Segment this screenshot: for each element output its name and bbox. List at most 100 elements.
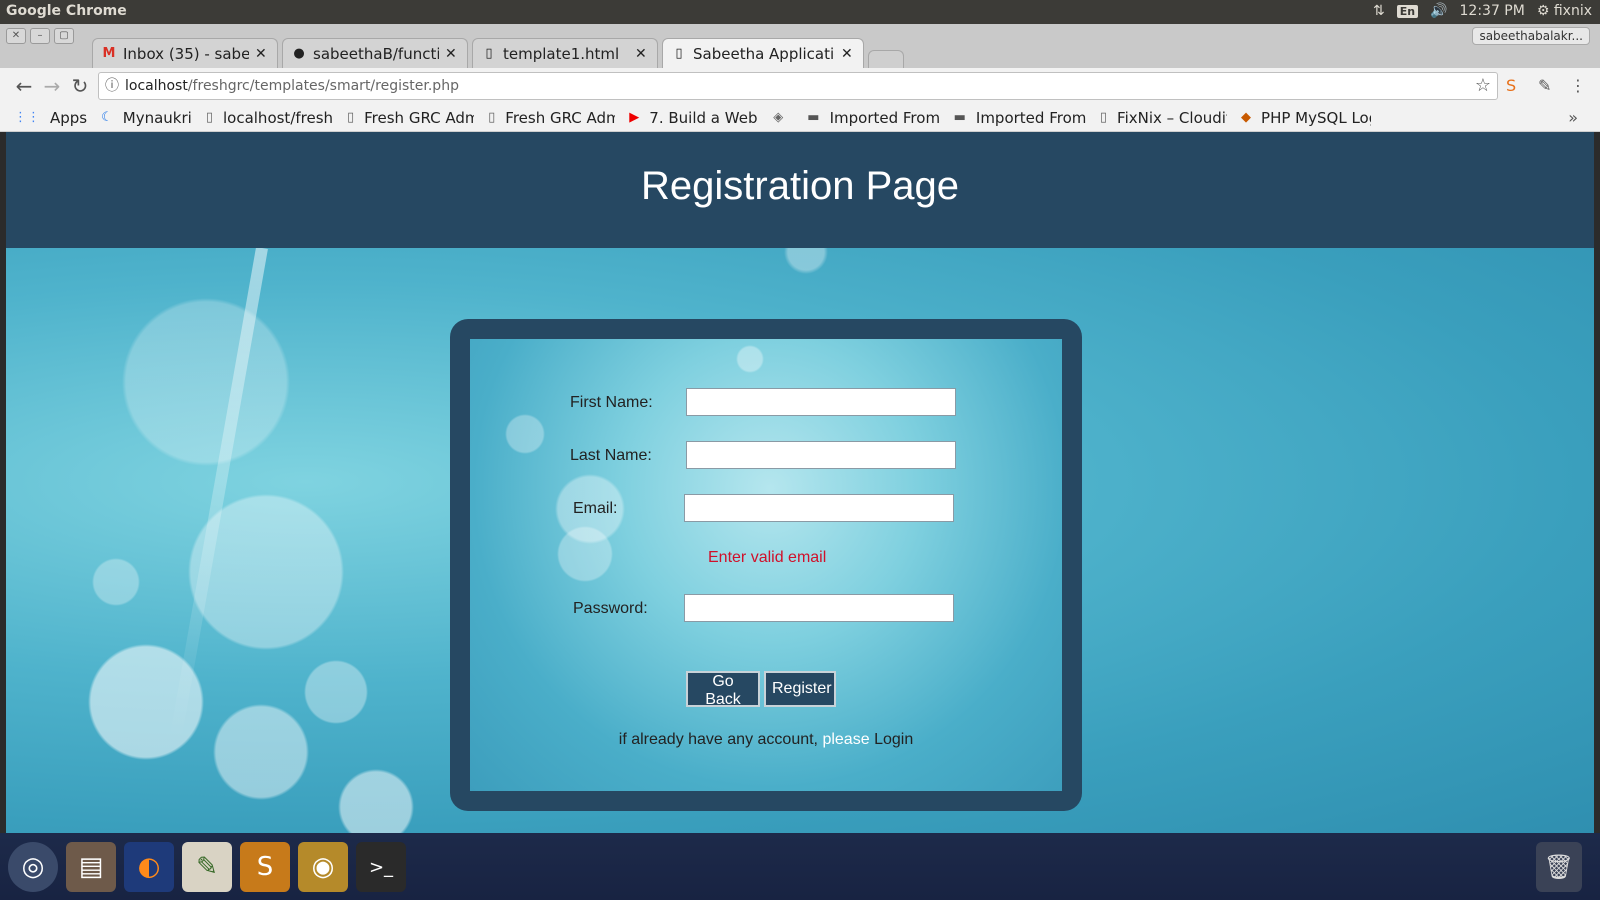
bookmark-fixnix[interactable]: ▯ FixNix – Cloudif <box>1100 109 1227 127</box>
page-icon: ▯ <box>1099 110 1108 125</box>
maximize-window-button[interactable]: ▢ <box>54 28 74 44</box>
url-path: /freshgrc/templates/smart/register.php <box>187 78 459 94</box>
bookmark-fresh-grc-admin-1[interactable]: ▯ Fresh GRC Admi <box>347 109 474 127</box>
bookmark-label: localhost/freshg <box>222 108 333 127</box>
info-icon[interactable]: ⓘ <box>105 73 119 99</box>
email-field[interactable] <box>684 494 954 522</box>
last-name-label: Last Name: <box>570 447 652 464</box>
page-icon: ▯ <box>346 110 355 125</box>
bookmark-label: Fresh GRC Admi <box>364 108 475 127</box>
volume-icon[interactable]: 🔊 <box>1430 3 1447 19</box>
register-button[interactable]: Register <box>764 671 836 707</box>
gmail-icon: M <box>102 46 116 61</box>
registration-form-card: First Name: Last Name: Email: Enter vali… <box>450 319 1082 811</box>
files-icon[interactable]: ▤ <box>66 842 116 892</box>
forward-arrow-icon[interactable]: → <box>40 74 64 98</box>
sublime-text-icon[interactable]: S <box>240 842 290 892</box>
bookmark-unlabeled[interactable]: ◈ <box>773 110 793 125</box>
bookmark-label: Fresh GRC Admi <box>505 108 616 127</box>
url-host: localhost <box>125 78 188 94</box>
reload-icon[interactable]: ↻ <box>68 74 92 98</box>
last-name-field[interactable] <box>686 441 956 469</box>
page-icon: ▯ <box>205 110 213 125</box>
close-icon[interactable]: ✕ <box>841 46 855 62</box>
tab-inbox[interactable]: M Inbox (35) - sabeeth ✕ <box>92 38 278 68</box>
page-icon: ▯ <box>675 46 683 61</box>
tab-label: sabeethaB/functio <box>313 44 439 63</box>
page-header: Registration Page <box>6 132 1594 248</box>
network-icon[interactable]: ⇅ <box>1373 3 1385 19</box>
bookmark-label: Apps <box>50 108 88 127</box>
url-text: localhost/freshgrc/templates/smart/regis… <box>125 73 459 99</box>
tab-label: template1.html <box>503 44 620 63</box>
folder-icon: ▬ <box>953 110 966 125</box>
go-back-button[interactable]: Go Back <box>686 671 760 708</box>
gear-icon: ⚙ <box>1536 3 1550 19</box>
system-tray: ⇅ En 🔊 12:37 PM ⚙ fixnix <box>1373 3 1592 19</box>
password-field[interactable] <box>684 594 954 622</box>
apps-grid-icon: ⋮⋮ <box>14 110 40 125</box>
bookmark-folder-imported-1[interactable]: ▬ Imported From <box>807 109 939 127</box>
registration-form: First Name: Last Name: Email: Enter vali… <box>470 339 1062 791</box>
youtube-icon: ▶ <box>629 110 640 125</box>
back-arrow-icon[interactable]: ← <box>12 74 36 98</box>
browser-chrome: ✕ – ▢ M Inbox (35) - sabeeth ✕ ● sabeeth… <box>0 24 1600 132</box>
chrome-icon[interactable]: ◉ <box>298 842 348 892</box>
email-label: Email: <box>573 500 618 517</box>
os-top-panel: Google Chrome ⇅ En 🔊 12:37 PM ⚙ fixnix <box>0 0 1600 24</box>
tab-github[interactable]: ● sabeethaB/functio ✕ <box>282 38 468 68</box>
first-name-field[interactable] <box>686 388 956 416</box>
window-controls: ✕ – ▢ <box>6 28 74 44</box>
session-menu[interactable]: ⚙ fixnix <box>1537 3 1592 19</box>
bookmark-star-icon[interactable]: ☆ <box>1475 73 1491 99</box>
password-label: Password: <box>573 600 648 617</box>
page-title: Registration Page <box>641 164 959 208</box>
chevron-right-icon[interactable]: » <box>1568 108 1578 127</box>
eyedropper-extension-icon[interactable]: ✎ <box>1538 76 1551 95</box>
close-icon[interactable]: ✕ <box>445 46 459 62</box>
bookmark-localhost[interactable]: ▯ localhost/freshg <box>206 109 333 127</box>
profile-button[interactable]: sabeethabalakr... <box>1472 27 1590 45</box>
menu-kebab-icon[interactable]: ⋮ <box>1570 76 1586 95</box>
username: fixnix <box>1553 3 1592 19</box>
login-prompt-please: please <box>822 731 870 748</box>
ubuntu-dash-icon[interactable]: ◎ <box>8 842 58 892</box>
page-icon: ▯ <box>488 110 496 125</box>
php-site-icon: ◆ <box>1241 110 1252 125</box>
bookmark-label: Imported From <box>829 108 940 127</box>
page-icon: ▯ <box>485 46 493 61</box>
bookmark-php-mysql[interactable]: ◆ PHP MySQL Log <box>1241 109 1371 127</box>
close-icon[interactable]: ✕ <box>635 46 649 62</box>
email-error-message: Enter valid email <box>708 549 827 566</box>
bookmark-mynaukri[interactable]: ☾ Mynaukri <box>101 109 192 127</box>
close-window-button[interactable]: ✕ <box>6 28 26 44</box>
bookmark-label: Imported From <box>975 108 1086 127</box>
bookmark-folder-imported-2[interactable]: ▬ Imported From <box>954 109 1086 127</box>
address-bar[interactable]: ⓘ localhost/freshgrc/templates/smart/reg… <box>98 72 1498 100</box>
close-icon[interactable]: ✕ <box>255 46 269 62</box>
tab-template1[interactable]: ▯ template1.html ✕ <box>472 38 658 68</box>
github-icon: ● <box>293 46 305 61</box>
navigation-bar: ← → ↻ ⓘ localhost/freshgrc/templates/sma… <box>0 68 1600 104</box>
extension-icon[interactable]: S <box>1506 76 1516 95</box>
firefox-icon[interactable]: ◐ <box>124 842 174 892</box>
page-viewport: Registration Page First Name: Last Name:… <box>6 132 1594 833</box>
document-viewer-icon[interactable]: ✎ <box>182 842 232 892</box>
new-tab-button[interactable] <box>868 50 904 68</box>
bookmark-label: PHP MySQL Log <box>1261 108 1372 127</box>
tab-strip: ✕ – ▢ M Inbox (35) - sabeeth ✕ ● sabeeth… <box>0 24 1600 68</box>
keyboard-language-indicator[interactable]: En <box>1396 4 1419 18</box>
active-app-title: Google Chrome <box>6 3 127 19</box>
login-link[interactable]: Login <box>874 731 913 748</box>
clock[interactable]: 12:37 PM <box>1460 3 1525 19</box>
login-prompt: if already have any account, please Logi… <box>470 731 1062 749</box>
bookmark-label: 7. Build a Web A <box>649 108 759 127</box>
trash-icon[interactable]: 🗑 <box>1536 842 1582 892</box>
terminal-icon[interactable]: >_ <box>356 842 406 892</box>
minimize-window-button[interactable]: – <box>30 28 50 44</box>
background-decoration <box>169 246 268 742</box>
bookmark-fresh-grc-admin-2[interactable]: ▯ Fresh GRC Admi <box>488 109 615 127</box>
bookmark-apps[interactable]: ⋮⋮ Apps <box>14 109 87 127</box>
tab-sabeetha-application[interactable]: ▯ Sabeetha Applicatio ✕ <box>662 38 864 68</box>
bookmark-build-web-app[interactable]: ▶ 7. Build a Web A <box>629 109 759 127</box>
